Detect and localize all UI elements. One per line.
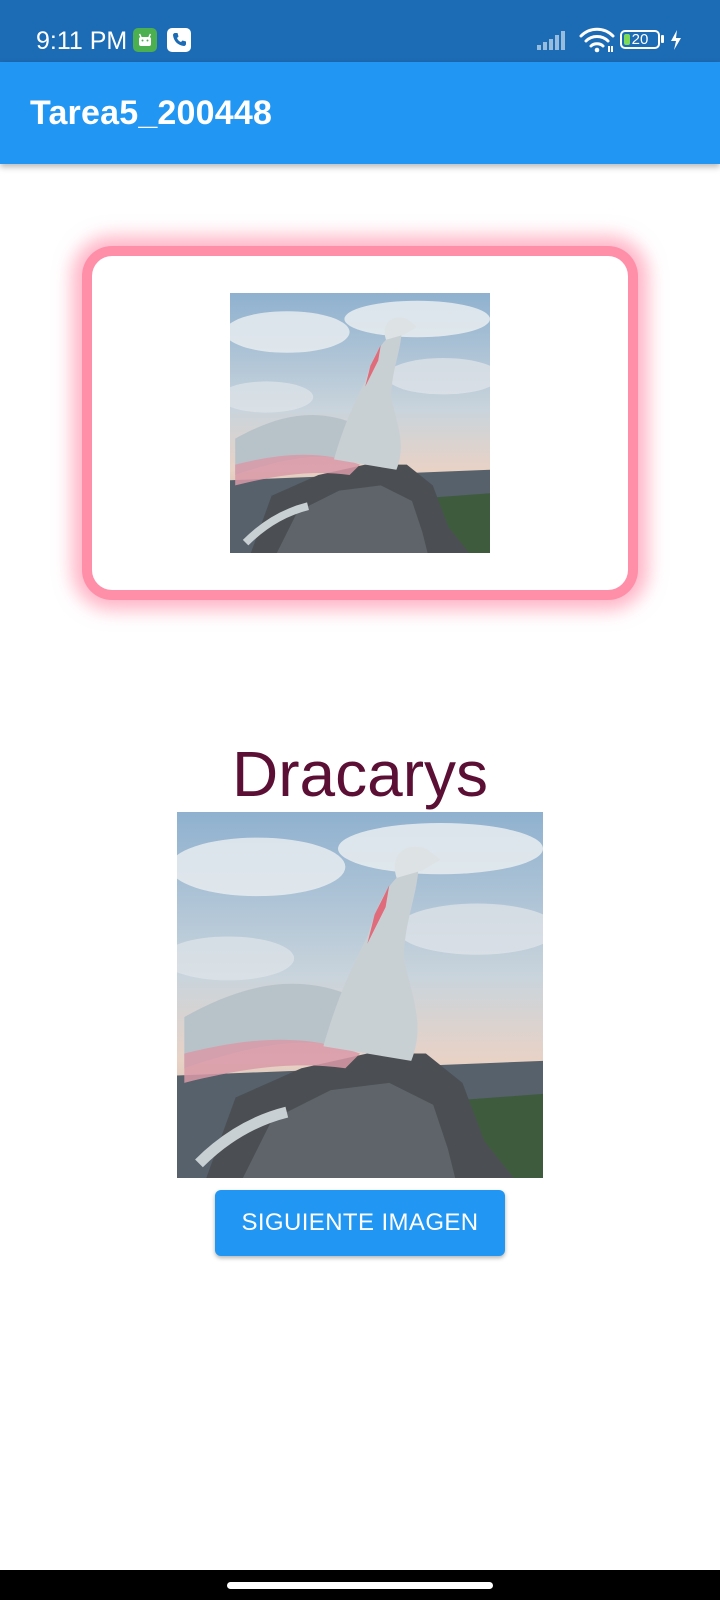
battery-cap xyxy=(661,35,664,43)
next-image-button[interactable]: SIGUIENTE IMAGEN xyxy=(215,1190,505,1256)
navigation-bar xyxy=(0,1570,720,1600)
status-time: 9:11 PM xyxy=(36,27,128,55)
battery-level: 20 xyxy=(631,31,649,48)
phone-notification-icon xyxy=(167,28,191,52)
signal-icon xyxy=(537,31,565,50)
dragon-image-large xyxy=(177,812,543,1178)
dragon-title: Dracarys xyxy=(231,738,489,810)
app-title: Tarea5_200448 xyxy=(30,94,273,132)
battery-icon: 20 xyxy=(620,30,660,49)
charging-icon xyxy=(671,30,681,50)
screen: 9:11 PM 20 Tarea5_200448 Dracarys SIGUIE… xyxy=(0,0,720,1600)
app-bar: Tarea5_200448 xyxy=(0,62,720,164)
android-notification-icon xyxy=(133,28,157,52)
image-card xyxy=(92,256,628,590)
home-indicator[interactable] xyxy=(227,1582,493,1589)
dragon-image xyxy=(230,293,490,553)
wifi-icon xyxy=(579,27,615,53)
status-bar: 9:11 PM 20 xyxy=(0,0,720,62)
